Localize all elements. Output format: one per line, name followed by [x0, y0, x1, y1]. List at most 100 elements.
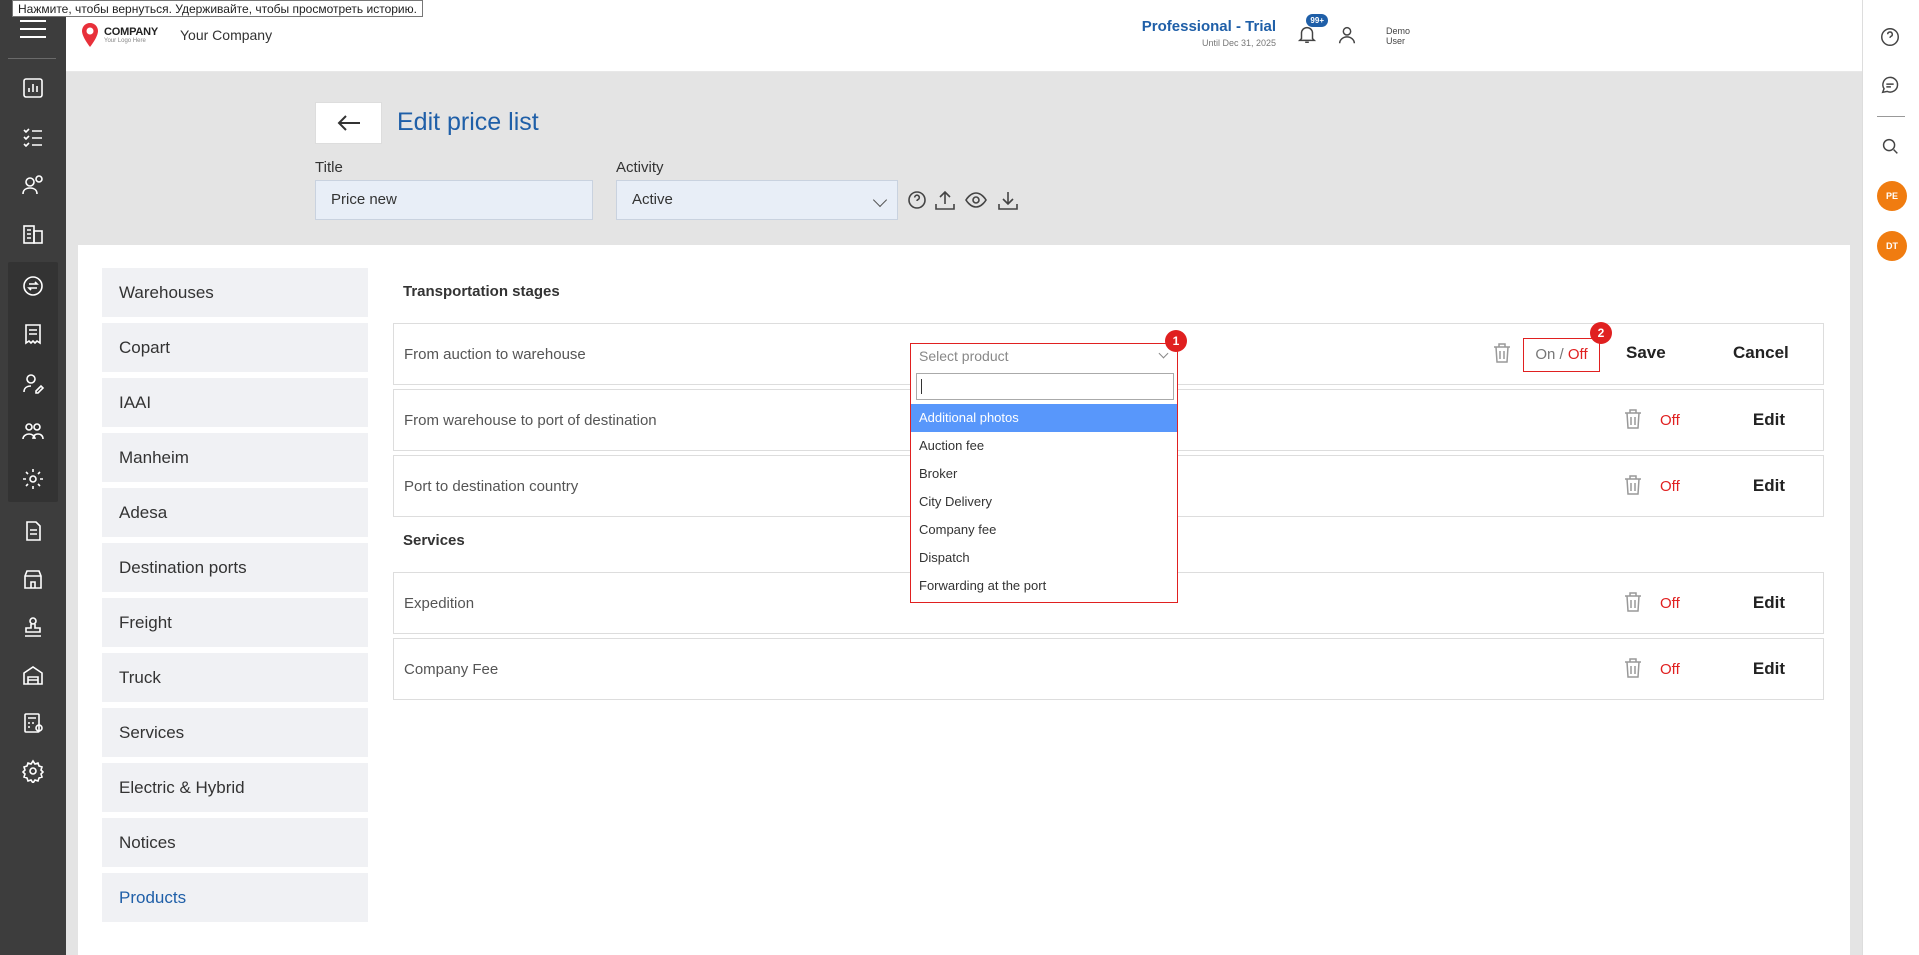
nav-item-products[interactable]: Products — [102, 873, 368, 922]
logo-subtext: Your Logo Here — [104, 38, 146, 44]
dropdown-option[interactable]: Additional photos — [911, 404, 1177, 432]
chevron-down-icon — [872, 192, 888, 208]
plan-name: Professional - Trial — [1141, 18, 1276, 35]
product-dropdown[interactable]: Select product Additional photos Auction… — [910, 343, 1178, 603]
trash-icon[interactable] — [1623, 657, 1645, 681]
status-off[interactable]: Off — [1660, 412, 1680, 429]
activity-label: Activity — [616, 159, 664, 176]
rail-divider — [1877, 116, 1905, 117]
back-button[interactable] — [315, 102, 382, 144]
team-icon[interactable] — [18, 416, 48, 446]
annotation-marker-1: 1 — [1165, 330, 1187, 352]
user-name[interactable]: Demo User — [1386, 26, 1410, 46]
dropdown-option[interactable]: Auction fee — [911, 432, 1177, 460]
company-logo[interactable]: COMPANY Your Logo Here — [80, 20, 172, 50]
notifications-badge: 99+ — [1306, 14, 1328, 27]
edit-button[interactable]: Edit — [1753, 659, 1785, 679]
nav-item-manheim[interactable]: Manheim — [102, 433, 368, 482]
dropdown-options: Additional photos Auction fee Broker Cit… — [911, 404, 1177, 600]
trash-icon[interactable] — [1623, 408, 1645, 432]
user-edit-icon[interactable] — [18, 368, 48, 398]
activity-select-value: Active — [632, 191, 673, 208]
store-icon[interactable] — [18, 564, 48, 594]
page-title: Edit price list — [397, 108, 539, 136]
trash-icon[interactable] — [1623, 591, 1645, 615]
document-icon[interactable] — [18, 516, 48, 546]
dropdown-option[interactable]: Broker — [911, 460, 1177, 488]
annotation-marker-2: 2 — [1590, 322, 1612, 344]
dropdown-option[interactable]: Dispatch — [911, 544, 1177, 572]
logo-text: COMPANY — [104, 26, 159, 38]
right-rail: PE DT — [1862, 0, 1919, 955]
dropdown-option[interactable]: City Delivery — [911, 488, 1177, 516]
row-label: Company Fee — [404, 661, 499, 678]
user-settings-icon[interactable] — [18, 464, 48, 494]
trash-icon[interactable] — [1492, 342, 1514, 366]
status-off[interactable]: Off — [1660, 661, 1680, 678]
row-label: From warehouse to port of destination — [404, 412, 657, 429]
subscription-plan[interactable]: Professional - Trial Until Dec 31, 2025 — [1142, 18, 1276, 48]
row-label: Expedition — [404, 595, 475, 612]
dropdown-option[interactable]: Company fee — [911, 516, 1177, 544]
help-circle-icon[interactable] — [904, 188, 932, 214]
nav-item-truck[interactable]: Truck — [102, 653, 368, 702]
arrow-left-icon — [337, 115, 360, 131]
settings-gear-icon[interactable] — [18, 756, 48, 786]
chat-icon[interactable] — [1879, 74, 1903, 98]
left-sidebar — [0, 0, 66, 955]
dropdown-option[interactable]: Forwarding at the port — [911, 572, 1177, 600]
status-off[interactable]: Off — [1660, 478, 1680, 495]
dropdown-search-input[interactable] — [916, 373, 1174, 400]
nav-item-freight[interactable]: Freight — [102, 598, 368, 647]
stamp-icon[interactable] — [18, 612, 48, 642]
eye-icon[interactable] — [963, 188, 991, 214]
download-icon[interactable] — [995, 188, 1023, 214]
exchange-icon[interactable] — [18, 271, 48, 301]
toggle-separator: / — [1555, 346, 1568, 363]
trash-icon[interactable] — [1623, 474, 1645, 498]
on-off-toggle[interactable]: On / Off — [1523, 338, 1600, 372]
upload-icon[interactable] — [932, 188, 960, 214]
toggle-off-label: Off — [1567, 346, 1588, 363]
edit-button[interactable]: Edit — [1753, 476, 1785, 496]
edit-button[interactable]: Edit — [1753, 593, 1785, 613]
nav-item-warehouses[interactable]: Warehouses — [102, 268, 368, 317]
section-title-transportation: Transportation stages — [403, 283, 560, 300]
section-title-services: Services — [403, 532, 465, 549]
activity-select[interactable]: Active — [616, 180, 898, 220]
nav-item-adesa[interactable]: Adesa — [102, 488, 368, 537]
user-avatar-icon[interactable] — [1336, 24, 1360, 48]
product-select[interactable]: Select product — [911, 344, 1177, 368]
title-input[interactable]: Price new — [315, 180, 593, 220]
logo-pin-icon — [82, 23, 98, 47]
cancel-button[interactable]: Cancel — [1733, 343, 1789, 363]
hamburger-menu-icon[interactable] — [20, 20, 46, 42]
calculator-icon[interactable] — [18, 708, 48, 738]
avatar-dt[interactable]: DT — [1877, 231, 1907, 261]
product-select-placeholder: Select product — [919, 348, 1009, 364]
back-tooltip: Нажмите, чтобы вернуться. Удерживайте, ч… — [12, 0, 423, 17]
checklist-icon[interactable] — [18, 122, 48, 152]
receipt-icon[interactable] — [18, 319, 48, 349]
search-icon[interactable] — [1879, 135, 1903, 159]
edit-button[interactable]: Edit — [1753, 410, 1785, 430]
nav-item-copart[interactable]: Copart — [102, 323, 368, 372]
dashboard-chart-icon[interactable] — [18, 73, 48, 103]
nav-item-notices[interactable]: Notices — [102, 818, 368, 867]
toggle-on-label: On — [1535, 346, 1556, 363]
users-search-icon[interactable] — [18, 170, 48, 200]
title-label: Title — [315, 159, 343, 176]
save-button[interactable]: Save — [1626, 343, 1666, 363]
nav-item-iaai[interactable]: IAAI — [102, 378, 368, 427]
sidebar-divider — [8, 58, 56, 59]
help-icon[interactable] — [1879, 26, 1903, 50]
company-name: Your Company — [180, 27, 273, 43]
nav-item-electric-hybrid[interactable]: Electric & Hybrid — [102, 763, 368, 812]
row-label: From auction to warehouse — [404, 346, 586, 363]
nav-item-services[interactable]: Services — [102, 708, 368, 757]
buildings-icon[interactable] — [18, 219, 48, 249]
nav-item-destination-ports[interactable]: Destination ports — [102, 543, 368, 592]
warehouse-icon[interactable] — [18, 660, 48, 690]
status-off[interactable]: Off — [1660, 595, 1680, 612]
avatar-pe[interactable]: PE — [1877, 181, 1907, 211]
